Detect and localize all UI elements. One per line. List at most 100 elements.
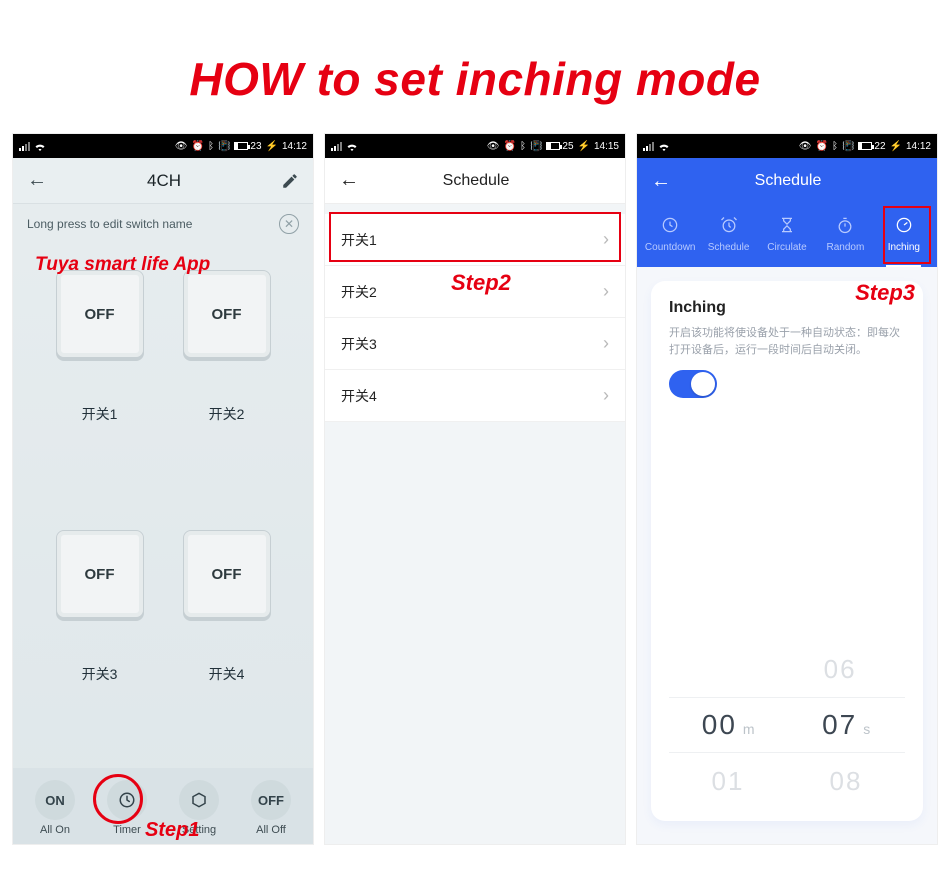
hourglass-icon: [776, 214, 798, 236]
volume-icon: 📳: [842, 141, 854, 152]
timer-button[interactable]: Timer: [107, 780, 147, 836]
chevron-right-icon: ›: [603, 281, 609, 302]
edit-button[interactable]: [281, 172, 299, 190]
battery-indicator: 23: [234, 141, 261, 152]
footer-bar: ON All On Timer Setting OFF All Off: [13, 768, 313, 844]
status-time: 14:12: [282, 141, 307, 152]
switch-3-button[interactable]: OFF: [56, 530, 144, 618]
card-title: Inching: [669, 299, 905, 317]
picker-below-min: 01: [712, 766, 745, 797]
all-off-button[interactable]: OFF All Off: [251, 780, 291, 836]
switch-2-button[interactable]: OFF: [183, 270, 271, 358]
alarm-icon: ⏰: [503, 141, 515, 152]
picker-row-selected: 00m 07s: [669, 697, 905, 753]
switch-1-button[interactable]: OFF: [56, 270, 144, 358]
app-bar: ← Schedule: [637, 158, 937, 204]
tab-label: Schedule: [708, 242, 750, 253]
eye-icon: 👁: [799, 141, 812, 152]
tab-random[interactable]: Random: [816, 214, 874, 253]
clock-icon: [107, 780, 147, 820]
picker-below-sec: 08: [830, 766, 863, 797]
tip-row: Long press to edit switch name ✕: [13, 204, 313, 244]
all-off-label: All Off: [256, 824, 286, 836]
wifi-icon: [658, 142, 670, 151]
eye-icon: 👁: [487, 141, 500, 152]
switch-cell-3: OFF 开关3: [41, 524, 158, 764]
screen-3: 👁 ⏰ ᛒ 📳 22 ⚡ 14:12 ← Schedule Countdown …: [637, 134, 937, 844]
volume-icon: 📳: [218, 141, 230, 152]
tab-circulate[interactable]: Circulate: [758, 214, 816, 253]
stopwatch-icon: [834, 214, 856, 236]
tab-inching[interactable]: Inching: [875, 214, 933, 253]
alarm-icon: ⏰: [191, 141, 203, 152]
switch-grid: OFF 开关1 OFF 开关2 OFF 开关3 OFF 开关4: [13, 244, 313, 768]
list-item-4[interactable]: 开关4 ›: [325, 370, 625, 422]
tab-countdown[interactable]: Countdown: [641, 214, 699, 253]
charging-icon: ⚡: [890, 141, 902, 152]
setting-label: Setting: [182, 824, 216, 836]
bluetooth-icon: ᛒ: [520, 141, 526, 152]
statusbar: 👁 ⏰ ᛒ 📳 25 ⚡ 14:15: [325, 134, 625, 158]
tab-label: Circulate: [767, 242, 806, 253]
screen-title: Schedule: [671, 172, 923, 190]
list-item-3[interactable]: 开关3 ›: [325, 318, 625, 370]
wifi-icon: [346, 142, 358, 151]
schedule-tabs: Countdown Schedule Circulate Random Inch…: [637, 204, 937, 267]
switch-4-button[interactable]: OFF: [183, 530, 271, 618]
time-picker[interactable]: 06 00m 07s 01 08: [669, 641, 905, 821]
list-item-2[interactable]: 开关2›: [325, 266, 625, 318]
tab-schedule[interactable]: Schedule: [699, 214, 757, 253]
back-button[interactable]: ←: [651, 170, 671, 193]
app-bar: ← Schedule: [325, 158, 625, 204]
screen-title: Schedule: [443, 172, 510, 190]
screen-title: 4CH: [147, 171, 181, 191]
chevron-right-icon: ›: [603, 385, 609, 406]
switch-4-label: 开关4: [209, 664, 245, 684]
battery-indicator: 25: [546, 141, 573, 152]
switch-3-label: 开关3: [82, 664, 118, 684]
switch-list: 开关1 › 开关2› 开关3 › 开关4 ›: [325, 214, 625, 422]
bluetooth-icon: ᛒ: [208, 141, 214, 152]
charging-icon: ⚡: [578, 141, 590, 152]
picker-m-unit: m: [739, 721, 757, 737]
battery-indicator: 22: [858, 141, 885, 152]
chevron-right-icon: ›: [603, 229, 609, 250]
list-item-label: 开关3: [341, 334, 377, 354]
alarm-icon: ⏰: [815, 141, 827, 152]
dismiss-tip-button[interactable]: ✕: [279, 214, 299, 234]
switch-cell-4: OFF 开关4: [168, 524, 285, 764]
tip-text: Long press to edit switch name: [27, 217, 192, 231]
status-time: 14:12: [906, 141, 931, 152]
tab-label: Random: [827, 242, 865, 253]
battery-pct: 23: [250, 141, 261, 152]
all-on-button[interactable]: ON All On: [35, 780, 75, 836]
all-on-label: All On: [40, 824, 70, 836]
bluetooth-icon: ᛒ: [832, 141, 838, 152]
switch-cell-2: OFF 开关2: [168, 264, 285, 504]
all-off-icon: OFF: [251, 780, 291, 820]
battery-pct: 22: [874, 141, 885, 152]
statusbar: 👁 ⏰ ᛒ 📳 23 ⚡ 14:12: [13, 134, 313, 158]
setting-button[interactable]: Setting: [179, 780, 219, 836]
tab-label: Inching: [888, 242, 920, 253]
switch-2-label: 开关2: [209, 404, 245, 424]
signal-icon: [19, 142, 30, 151]
inching-toggle[interactable]: [669, 370, 717, 398]
eye-icon: 👁: [175, 141, 188, 152]
list-item-label: 开关1: [341, 230, 377, 250]
screen-2: 👁 ⏰ ᛒ 📳 25 ⚡ 14:15 ← Schedule 开关1 › 开关2› …: [325, 134, 625, 844]
picker-minutes: 00: [702, 709, 737, 741]
picker-seconds: 07: [822, 709, 857, 741]
list-item-1[interactable]: 开关1 ›: [325, 214, 625, 266]
picker-row-above: 06: [669, 641, 905, 697]
status-time: 14:15: [594, 141, 619, 152]
volume-icon: 📳: [530, 141, 542, 152]
back-button[interactable]: ←: [27, 169, 47, 192]
cube-icon: [179, 780, 219, 820]
clock-icon: [659, 214, 681, 236]
chevron-right-icon: ›: [603, 333, 609, 354]
all-on-icon: ON: [35, 780, 75, 820]
picker-s-unit: s: [859, 721, 872, 737]
back-button[interactable]: ←: [339, 169, 359, 192]
list-item-label: 开关4: [341, 386, 377, 406]
